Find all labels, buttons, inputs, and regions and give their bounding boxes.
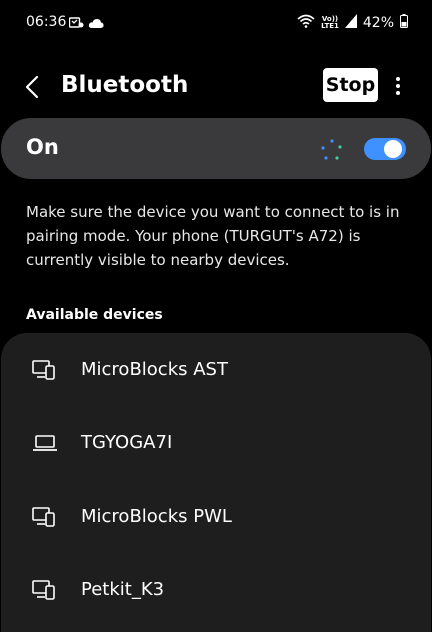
battery-icon (400, 13, 408, 32)
device-name: TGYOGA7I (81, 432, 173, 453)
wifi-icon (297, 13, 315, 32)
toggle-label: On (26, 135, 59, 159)
top-app-bar: Bluetooth Stop (0, 60, 432, 112)
switch-thumb (384, 140, 402, 158)
back-button[interactable] (18, 72, 48, 102)
available-devices-header: Available devices (26, 307, 163, 323)
device-row[interactable]: Petkit_K3 (1, 555, 431, 625)
phone-desktop-icon (32, 579, 58, 601)
more-options-button[interactable] (388, 72, 408, 100)
available-devices-list: MicroBlocks AST TGYOGA7I MicroBlocks PWL (1, 333, 431, 632)
status-right-icons: Vo)) LTE1 42% (297, 13, 408, 32)
vpn-icon (68, 14, 84, 33)
back-arrow-icon (25, 75, 39, 99)
status-bar: 06:36 Vo)) LTE1 42% (0, 0, 432, 44)
phone-desktop-icon (32, 506, 58, 528)
volte-line2: LTE1 (321, 21, 339, 30)
volte-icon: Vo)) LTE1 (321, 15, 339, 30)
status-time: 06:36 (26, 14, 67, 30)
device-name: Petkit_K3 (81, 579, 165, 600)
laptop-icon (32, 432, 58, 454)
signal-icon (344, 13, 357, 32)
status-left-icons (68, 14, 104, 33)
device-row[interactable]: MicroBlocks PWL (1, 482, 431, 552)
device-name: MicroBlocks AST (81, 359, 228, 380)
cloud-icon (88, 14, 104, 33)
more-vertical-icon (396, 77, 400, 95)
pairing-description: Make sure the device you want to connect… (26, 203, 400, 269)
device-name: MicroBlocks PWL (81, 506, 232, 527)
stop-button[interactable]: Stop (323, 68, 378, 102)
device-row[interactable]: TGYOGA7I (1, 408, 431, 478)
page-title: Bluetooth (61, 72, 189, 98)
phone-desktop-icon (32, 359, 58, 381)
device-row[interactable]: MicroBlocks AST (1, 335, 431, 405)
battery-percentage: 42% (362, 14, 394, 31)
scanning-spinner-icon (318, 137, 346, 165)
